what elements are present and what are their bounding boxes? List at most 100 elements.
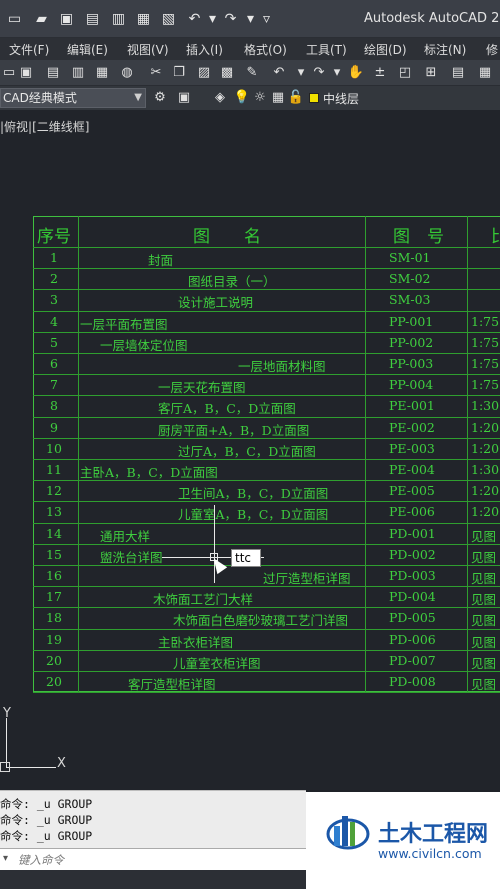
autocad-window: ▭ ▰ ▣ ▤ ▥ ▦ ▧ ↶ ▾ ↷ ▾ ▿ Autodesk AutoCAD… [0,0,500,889]
cell-number: PE-003 [389,440,435,456]
cell-name: 封面 [148,253,174,268]
menu-modify[interactable]: 修 [486,41,498,58]
cell-seq: 9 [50,419,58,435]
undo-icon[interactable]: ↶ [186,11,203,28]
menu-edit[interactable]: 编辑(E) [67,41,108,58]
paste-icon[interactable]: ▨ [195,64,213,82]
publish-icon[interactable]: ▦ [93,64,111,82]
command-line-input[interactable]: ▾ 键入命令 [0,848,306,870]
current-layer-name[interactable]: 中线层 [323,90,359,107]
new-file-icon[interactable]: ▭ [6,11,23,28]
table-row-rule [33,649,500,651]
cell-name: 客厅A，B，C，D立面图 [158,401,296,417]
undo-dropdown-icon[interactable]: ▾ [204,11,221,28]
save-icon[interactable]: ▣ [58,11,75,28]
cell-name: 过厅A，B，C，D立面图 [178,443,316,459]
cell-name: 设计施工说明 [178,295,254,311]
cell-scale: 见图 [471,655,497,671]
3d-dwf-icon[interactable]: ◍ [118,64,136,82]
menu-view[interactable]: 视图(V) [127,41,169,58]
cell-seq: 1 [50,250,58,265]
print-icon[interactable]: ▤ [44,64,62,82]
design-center-icon[interactable]: ▦ [476,64,494,82]
ucs-origin-icon [0,762,10,772]
layer-manager-icon[interactable]: ◈ [211,89,229,107]
layer-color-icon[interactable]: ▦ [269,89,287,107]
new-icon[interactable]: ▭ [0,64,18,82]
undo-dropdown-icon[interactable]: ▾ [292,64,310,82]
menu-tools[interactable]: 工具(T) [306,41,347,58]
cell-scale: 1:20 [471,483,500,499]
table-row-rule [33,310,500,312]
cut-icon[interactable]: ✂ [147,64,165,82]
pan-icon[interactable]: ✋ [347,64,365,82]
table-column-rule [467,216,468,692]
menu-format[interactable]: 格式(O) [244,41,287,58]
cell-number: SM-02 [389,271,431,287]
plot-icon[interactable]: ▦ [135,11,152,28]
cell-number: PD-001 [389,525,436,541]
save-icon[interactable]: ▣ [17,64,35,82]
header-seq: 序号 [37,227,71,247]
cell-number: PP-003 [389,356,434,371]
cell-number: PE-001 [389,398,435,414]
open-folder-icon[interactable]: ▰ [33,11,50,28]
menu-file[interactable]: 文件(F) [9,41,49,58]
publish-icon[interactable]: ▥ [110,11,127,28]
viewport-controls-label[interactable]: |俯视|[二维线框] [0,118,89,135]
cell-name: 儿童室衣柜详图 [173,655,261,671]
cell-seq: 2 [50,271,58,287]
redo-dropdown-icon[interactable]: ▾ [328,64,346,82]
cell-scale: 1:20 [471,419,500,435]
watermark-url: www.civilcn.com [378,846,482,861]
zoom-previous-icon[interactable]: ⊞ [422,64,440,82]
menu-draw[interactable]: 绘图(D) [364,41,407,58]
cell-seq: 18 [46,610,62,626]
cell-seq: 20 [46,652,62,668]
redo-dropdown-icon[interactable]: ▾ [242,11,259,28]
lightbulb-icon[interactable]: 💡 [233,89,251,107]
sun-icon[interactable]: ☼ [251,89,269,107]
cell-seq: 16 [46,568,62,583]
command-history-line: 命令: _u GROUP [0,813,93,827]
cell-seq: 6 [50,356,58,371]
menu-insert[interactable]: 插入(I) [186,41,223,58]
workspace-settings-icon[interactable]: ▣ [175,89,193,107]
cell-seq: 13 [46,504,62,520]
cell-number: PP-004 [389,377,434,393]
ucs-y-label: Y [3,706,11,721]
command-history-line: 命令: _u GROUP [0,797,93,811]
cell-seq: 15 [46,546,62,562]
cell-number: PD-003 [389,568,436,583]
zoom-realtime-icon[interactable]: ± [371,64,389,82]
redo-icon[interactable]: ↷ [310,64,328,82]
dynamic-input-box[interactable]: ttc [231,549,261,567]
plot-preview-icon[interactable]: ▥ [69,64,87,82]
civilcn-logo-icon [326,816,370,850]
workspace-select[interactable]: CAD经典模式 ▼ [0,88,146,108]
menu-dimension[interactable]: 标注(N) [424,41,466,58]
cell-seq: 12 [46,483,62,499]
match-properties-icon[interactable]: ▩ [218,64,236,82]
cell-scale: 见图 [471,592,497,608]
undo-icon[interactable]: ↶ [270,64,288,82]
save-as-icon[interactable]: ▤ [84,11,101,28]
redo-icon[interactable]: ↷ [222,11,239,28]
lock-icon[interactable]: 🔓 [287,89,305,107]
cell-name: 客厅造型柜详图 [128,677,216,692]
cell-number: PD-005 [389,610,436,626]
brush-icon[interactable]: ✎ [243,64,261,82]
gear-icon[interactable]: ⚙ [151,89,169,107]
dynamic-input-value: ttc [235,551,252,565]
cell-scale: 见图 [471,613,497,629]
command-recent-dropdown-icon[interactable]: ▾ [3,853,8,864]
cell-name: 通用大样 [100,528,151,544]
cell-name: 厨房平面+A，B，D立面图 [158,422,310,438]
layer-color-swatch [309,93,319,103]
customize-dropdown-icon[interactable]: ▿ [258,11,275,28]
cell-scale: 1:75 [471,334,500,350]
plot-icon[interactable]: ▧ [160,11,177,28]
copy-icon[interactable]: ❐ [170,64,188,82]
properties-icon[interactable]: ▤ [449,64,467,82]
zoom-window-icon[interactable]: ◰ [396,64,414,82]
